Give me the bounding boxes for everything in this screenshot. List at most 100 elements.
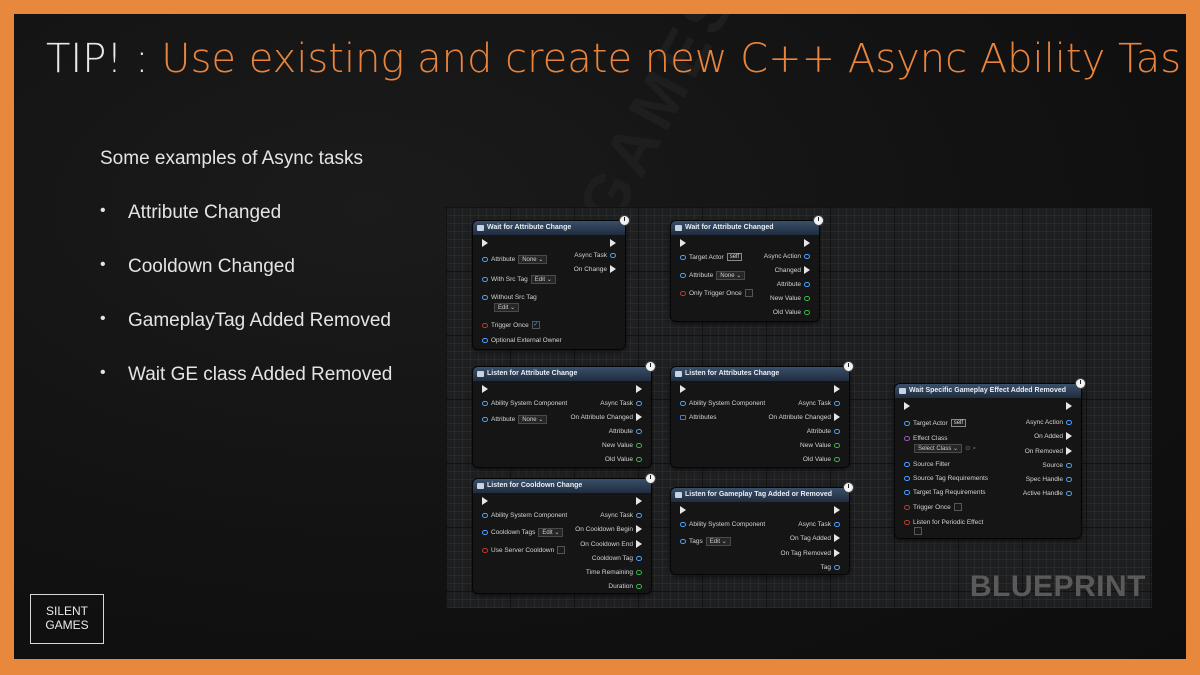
pin-target-tag-requirements[interactable]: Target Tag Requirements <box>901 488 986 498</box>
cooldown-tags-edit[interactable]: Edit ⌄ <box>538 528 564 537</box>
function-icon <box>477 371 484 377</box>
pin-use-server-cooldown[interactable]: Use Server Cooldown <box>479 546 566 556</box>
exec-in-pin[interactable] <box>677 506 689 516</box>
pin-attribute-out[interactable]: Attribute <box>777 280 813 290</box>
use-server-cooldown-checkbox[interactable] <box>557 546 566 555</box>
pin-target-actor[interactable]: Target Actor self <box>677 253 743 263</box>
title-main: Use existing and create new C++ Async Ab… <box>161 36 1186 82</box>
trigger-once-checkbox[interactable]: ✓ <box>531 321 540 330</box>
pin-tag[interactable]: Tag <box>821 563 843 573</box>
pin-on-cooldown-begin[interactable]: On Cooldown Begin <box>575 525 645 535</box>
pin-async-action[interactable]: Async Action <box>764 252 813 262</box>
pin-effect-class[interactable]: Effect Class <box>901 434 948 444</box>
pin-async-task[interactable]: Async Task <box>600 399 645 409</box>
pin-source-filter[interactable]: Source Filter <box>901 460 950 470</box>
target-actor-self[interactable]: self <box>950 419 967 428</box>
node-listen-for-attributes-change[interactable]: Listen for Attributes Change Ability Sys… <box>671 361 854 467</box>
pin-attributes[interactable]: Attributes <box>677 413 716 423</box>
attribute-dropdown[interactable]: None ⌄ <box>518 255 548 264</box>
pin-source-tag-requirements[interactable]: Source Tag Requirements <box>901 474 988 484</box>
only-trigger-once-checkbox[interactable] <box>744 289 753 298</box>
node-listen-for-gameplay-tag-added-or-removed[interactable]: Listen for Gameplay Tag Added or Removed… <box>671 482 854 574</box>
exec-in-pin[interactable] <box>677 385 689 395</box>
pin-duration[interactable]: Duration <box>608 582 645 592</box>
exec-out-pin[interactable] <box>831 506 843 516</box>
pin-old-value[interactable]: Old Value <box>773 308 813 318</box>
search-icon[interactable]: ⌕ <box>973 445 977 452</box>
pin-ability-system-component[interactable]: Ability System Component <box>677 399 765 409</box>
dropdown-value: Edit <box>498 305 509 311</box>
browse-icon[interactable]: ⊙ <box>965 445 970 452</box>
pin-on-added[interactable]: On Added <box>1034 432 1075 442</box>
pin-attribute[interactable]: Attribute None ⌄ <box>479 255 548 265</box>
pin-ability-system-component[interactable]: Ability System Component <box>677 520 765 530</box>
exec-out-pin[interactable] <box>633 497 645 507</box>
pin-attribute[interactable]: Attribute None ⌄ <box>677 271 746 281</box>
pin-ability-system-component[interactable]: Ability System Component <box>479 399 567 409</box>
trigger-once-checkbox[interactable] <box>953 503 962 512</box>
pin-async-task[interactable]: Async Task <box>574 251 619 261</box>
without-src-tag-edit[interactable]: Edit ⌄ <box>494 303 520 312</box>
pin-ability-system-component[interactable]: Ability System Component <box>479 511 567 521</box>
pin-spec-handle[interactable]: Spec Handle <box>1026 475 1075 485</box>
node-wait-specific-gameplay-effect-added-removed[interactable]: Wait Specific Gameplay Effect Added Remo… <box>895 378 1086 538</box>
pin-attribute[interactable]: Attribute None ⌄ <box>479 415 548 425</box>
pin-async-task[interactable]: Async Task <box>600 511 645 521</box>
pin-attribute-out[interactable]: Attribute <box>609 427 645 437</box>
listen-for-periodic-effect-checkbox[interactable] <box>914 527 922 536</box>
pin-on-removed[interactable]: On Removed <box>1025 447 1075 457</box>
exec-in-pin[interactable] <box>479 385 491 395</box>
blueprint-graph[interactable]: BLUEPRINT Wait for Attribute Change Attr… <box>446 207 1152 608</box>
target-actor-self[interactable]: self <box>726 253 743 262</box>
exec-out-pin[interactable] <box>1063 402 1075 412</box>
attribute-dropdown[interactable]: None ⌄ <box>716 271 746 280</box>
exec-in-pin[interactable] <box>901 402 913 412</box>
exec-out-pin[interactable] <box>801 239 813 249</box>
exec-out-pin[interactable] <box>607 239 619 249</box>
pin-only-trigger-once[interactable]: Only Trigger Once <box>677 289 753 299</box>
pin-active-handle[interactable]: Active Handle <box>1023 489 1075 499</box>
pin-tags[interactable]: Tags Edit ⌄ <box>677 537 731 547</box>
pin-new-value[interactable]: New Value <box>770 294 813 304</box>
with-src-tag-edit[interactable]: Edit ⌄ <box>530 275 556 284</box>
pin-old-value[interactable]: Old Value <box>605 455 645 465</box>
pin-async-action[interactable]: Async Action <box>1026 418 1075 428</box>
pin-old-value[interactable]: Old Value <box>803 455 843 465</box>
pin-new-value[interactable]: New Value <box>800 441 843 451</box>
pin-with-src-tag[interactable]: With Src Tag Edit ⌄ <box>479 275 556 285</box>
pin-cooldown-tag[interactable]: Cooldown Tag <box>592 554 645 564</box>
pin-time-remaining[interactable]: Time Remaining <box>586 568 645 578</box>
node-wait-for-attribute-changed[interactable]: Wait for Attribute Changed Target Actor s… <box>671 215 824 321</box>
node-wait-for-attribute-change[interactable]: Wait for Attribute Change Attribute None … <box>473 215 630 349</box>
pin-new-value[interactable]: New Value <box>602 441 645 451</box>
exec-in-pin[interactable] <box>479 239 491 249</box>
pin-on-attribute-changed[interactable]: On Attribute Changed <box>768 413 843 423</box>
pin-on-attribute-changed[interactable]: On Attribute Changed <box>570 413 645 423</box>
pin-trigger-once[interactable]: Trigger Once <box>901 503 962 513</box>
pin-optional-external-owner[interactable]: Optional External Owner <box>479 336 562 346</box>
pin-trigger-once[interactable]: Trigger Once ✓ <box>479 321 540 331</box>
pin-attribute-out[interactable]: Attribute <box>807 427 843 437</box>
pin-icon <box>636 583 642 589</box>
pin-changed[interactable]: Changed <box>775 266 813 276</box>
pin-cooldown-tags[interactable]: Cooldown Tags Edit ⌄ <box>479 528 564 538</box>
pin-on-tag-added[interactable]: On Tag Added <box>790 534 843 544</box>
exec-out-pin[interactable] <box>633 385 645 395</box>
pin-source[interactable]: Source <box>1042 461 1075 471</box>
attribute-dropdown[interactable]: None ⌄ <box>518 415 548 424</box>
exec-in-pin[interactable] <box>479 497 491 507</box>
exec-in-pin[interactable] <box>677 239 689 249</box>
pin-on-tag-removed[interactable]: On Tag Removed <box>781 549 843 559</box>
exec-out-pin[interactable] <box>831 385 843 395</box>
pin-async-task[interactable]: Async Task <box>798 520 843 530</box>
node-listen-for-attribute-change[interactable]: Listen for Attribute Change Ability Syst… <box>473 361 656 467</box>
pin-async-task[interactable]: Async Task <box>798 399 843 409</box>
pin-target-actor[interactable]: Target Actor self <box>901 419 967 429</box>
pin-without-src-tag[interactable]: Without Src Tag <box>479 293 537 303</box>
select-class-dropdown[interactable]: Select Class ⌄ <box>914 444 963 453</box>
tags-edit[interactable]: Edit ⌄ <box>705 537 731 546</box>
pin-on-cooldown-end[interactable]: On Cooldown End <box>580 540 645 550</box>
node-listen-for-cooldown-change[interactable]: Listen for Cooldown Change Ability Syste… <box>473 473 656 593</box>
pin-on-change[interactable]: On Change <box>574 265 619 275</box>
node-title: Wait for Attribute Change <box>487 224 572 231</box>
